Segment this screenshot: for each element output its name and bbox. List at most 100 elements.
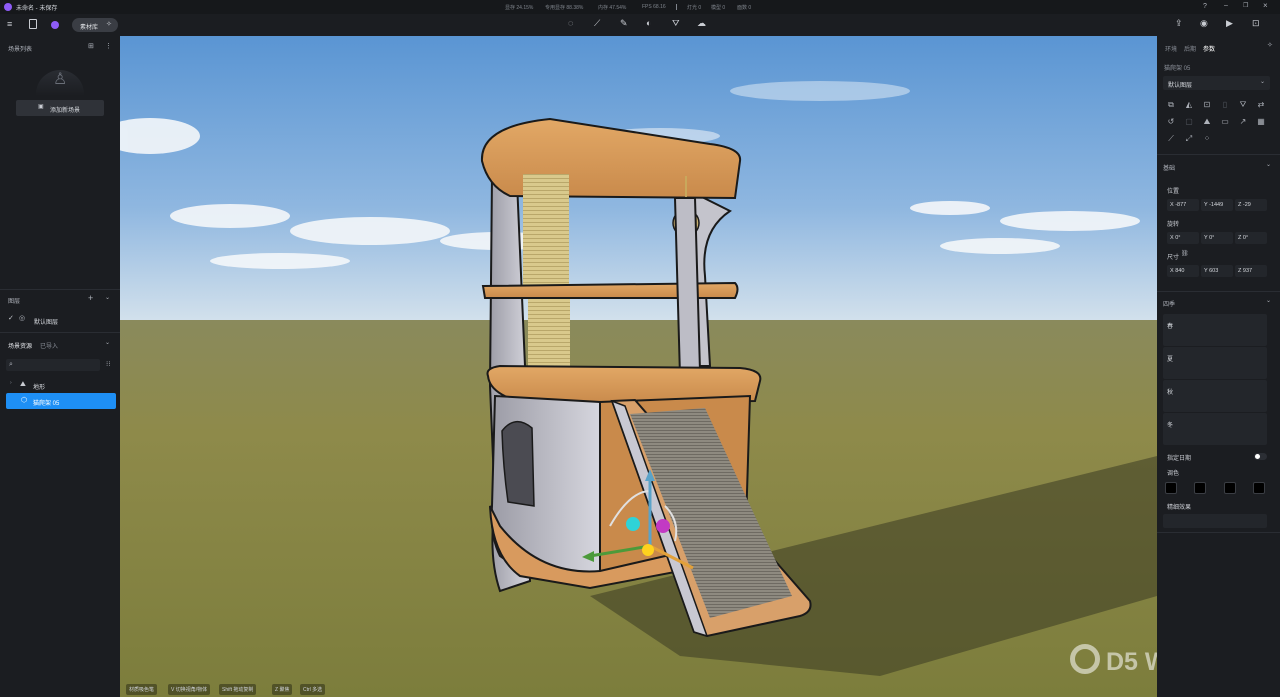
3d-viewport[interactable]: D5 WORKS 材质吸色笔 V 切换视角/物体 Shift 拖动复制 Z 聚焦… xyxy=(120,36,1157,697)
cloud-icon[interactable]: ☁ xyxy=(697,19,706,28)
tab-scene-assets[interactable]: 场景资源 xyxy=(8,341,32,350)
add-layer-icon[interactable]: + xyxy=(88,294,93,303)
size-x-field[interactable]: X 840 xyxy=(1167,265,1199,277)
default-layer-label[interactable]: 默认图层 xyxy=(34,317,58,326)
camera-icon[interactable]: ◉ xyxy=(1200,19,1208,28)
menu-icon[interactable]: ≡ xyxy=(7,20,12,29)
app-logo-icon xyxy=(4,3,12,11)
plugin-icon[interactable] xyxy=(51,21,59,29)
material-library-button[interactable]: 素材库 ✧ xyxy=(72,18,118,32)
add-scene-button[interactable]: ▣ 添加新场景 xyxy=(16,100,104,116)
size-y-value: Y 603 xyxy=(1204,268,1219,274)
tab-params[interactable]: 参数 xyxy=(1203,44,1215,53)
metric-memory: 内存 47.54% xyxy=(598,5,627,11)
rotation-label: 旋转 xyxy=(1167,222,1180,228)
lock-icon[interactable]: ▢ xyxy=(1183,116,1195,128)
size-label: 尺寸 xyxy=(1167,255,1180,261)
check-icon: ✓ xyxy=(8,315,14,322)
chevron-right-icon[interactable]: › xyxy=(10,381,12,386)
copy-icon[interactable]: ⧉ xyxy=(1165,99,1177,111)
grid-view-icon[interactable]: ⁝⁝ xyxy=(106,361,110,368)
new-file-icon[interactable] xyxy=(29,19,37,29)
video-icon[interactable]: ▶ xyxy=(1226,19,1233,28)
specify-date-toggle[interactable] xyxy=(1254,453,1267,460)
season-winter-row[interactable]: 冬 xyxy=(1163,413,1267,445)
place-icon[interactable]: ⛰ xyxy=(1201,116,1213,128)
color-swatch-4[interactable] xyxy=(1253,482,1265,494)
path-icon[interactable]: ⟋ xyxy=(594,19,600,28)
mirror-icon[interactable]: ◭ xyxy=(1183,99,1195,111)
share-icon[interactable]: ⇪ xyxy=(1175,19,1183,28)
tab-environment[interactable]: 环境 xyxy=(1165,44,1177,53)
export-icon[interactable]: ⊡ xyxy=(1252,19,1260,28)
position-x-field[interactable]: X -877 xyxy=(1167,199,1199,211)
watermark-text: D5 WORKS xyxy=(1106,648,1157,676)
restore-icon[interactable]: ❐ xyxy=(1243,3,1248,9)
help-icon[interactable]: ? xyxy=(1203,3,1207,10)
asset-search-input[interactable]: ⌕ xyxy=(6,359,100,371)
collapse-icon[interactable]: ⌄ xyxy=(105,340,110,346)
status-shift-copy: Shift 拖动复制 xyxy=(219,684,257,695)
scatter-icon[interactable]: ⁘ xyxy=(1201,133,1213,145)
season-spring-row[interactable]: 春 xyxy=(1163,314,1267,346)
array-icon[interactable]: ▦ xyxy=(1255,116,1267,128)
weather-icon[interactable]: ◐ xyxy=(646,19,651,28)
divider xyxy=(1157,291,1280,292)
link-icon[interactable]: ⛓ xyxy=(1181,251,1189,257)
eye-icon[interactable]: ◎ xyxy=(19,315,25,322)
position-y-field[interactable]: Y -1449 xyxy=(1201,199,1233,211)
color-swatch-2[interactable] xyxy=(1194,482,1206,494)
tab-post[interactable]: 后期 xyxy=(1184,44,1196,53)
size-y-field[interactable]: Y 603 xyxy=(1201,265,1233,277)
path-array-icon[interactable]: ⟋ xyxy=(1165,133,1177,145)
minimize-icon[interactable]: – xyxy=(1224,2,1228,9)
metric-fps: FPS 68.16 xyxy=(642,4,666,10)
magic-wand-icon[interactable]: ✧ xyxy=(1267,42,1273,49)
collapse-icon[interactable]: ⌄ xyxy=(1266,162,1271,168)
model-icon: ⬡ xyxy=(21,397,28,404)
layer-select-value: 默认图层 xyxy=(1168,83,1193,89)
particle-icon[interactable]: ⛛ xyxy=(672,19,680,28)
bottom-icon[interactable]: ▯ xyxy=(1219,99,1231,111)
light-icon[interactable]: ◌ xyxy=(568,19,573,28)
close-icon[interactable]: × xyxy=(1263,2,1268,10)
add-scene-icon[interactable]: ⊞ xyxy=(88,43,94,50)
size-z-field[interactable]: Z 937 xyxy=(1235,265,1267,277)
align-icon[interactable]: ⊡ xyxy=(1201,99,1213,111)
scale-icon[interactable]: ⤢ xyxy=(1183,133,1195,145)
window-title: 未命名 - 未保存 xyxy=(16,6,58,12)
tab-imported[interactable]: 已导入 xyxy=(40,341,58,350)
export-model-icon[interactable]: ↗ xyxy=(1237,116,1249,128)
collapse-icon[interactable]: ⌄ xyxy=(105,295,110,301)
title-bar: 未命名 - 未保存 显存 24.15% 专用显存 88.38% 内存 47.54… xyxy=(0,0,1280,14)
scratch-post-upper xyxy=(523,174,569,286)
color-swatch-3[interactable] xyxy=(1224,482,1236,494)
position-z-field[interactable]: Z -29 xyxy=(1235,199,1267,211)
color-swatch-1[interactable] xyxy=(1165,482,1177,494)
season-summer-row[interactable]: 夏 xyxy=(1163,347,1267,379)
season-autumn-row[interactable]: 秋 xyxy=(1163,380,1267,412)
tree-item-terrain[interactable]: › ⛰ 地形 xyxy=(6,378,116,392)
person-icon: ♙ xyxy=(53,71,68,88)
folder-icon[interactable]: ▭ xyxy=(1219,116,1231,128)
collapse-icon[interactable]: ⌄ xyxy=(1266,298,1271,304)
group-icon[interactable]: ⛛ xyxy=(1237,99,1249,111)
brush-icon[interactable]: ✎ xyxy=(620,19,628,28)
tree-item-cat-tree[interactable]: ⬡ 猫爬架 05 xyxy=(6,393,116,409)
rotation-z-field[interactable]: Z 0° xyxy=(1235,232,1267,244)
rotation-y-field[interactable]: Y 0° xyxy=(1201,232,1233,244)
specify-date-label: 指定日期 xyxy=(1167,456,1192,462)
fine-effect-field[interactable] xyxy=(1163,514,1267,528)
material-library-label: 素材库 xyxy=(80,25,99,31)
layer-select[interactable]: 默认图层 ⌄ xyxy=(1163,76,1270,90)
d5-logo-icon xyxy=(1070,644,1100,674)
left-panel: 场景列表 ⊞ ⋮ ♙ ▣ 添加新场景 图层 + ⌄ ✓ ◎ 默认图层 场景资源 … xyxy=(0,36,120,697)
rotation-x-field[interactable]: X 0° xyxy=(1167,232,1199,244)
more-icon[interactable]: ⋮ xyxy=(105,43,112,50)
scene-render[interactable] xyxy=(120,36,1157,697)
image-icon: ▣ xyxy=(38,104,44,110)
season-label: 春 xyxy=(1167,324,1174,330)
reset-icon[interactable]: ↺ xyxy=(1165,116,1177,128)
right-panel: 环境 后期 参数 ✧ 猫爬架 05 默认图层 ⌄ ⧉ ◭ ⊡ ▯ ⛛ ⇄ ↺ ▢… xyxy=(1157,36,1280,697)
replace-icon[interactable]: ⇄ xyxy=(1255,99,1267,111)
